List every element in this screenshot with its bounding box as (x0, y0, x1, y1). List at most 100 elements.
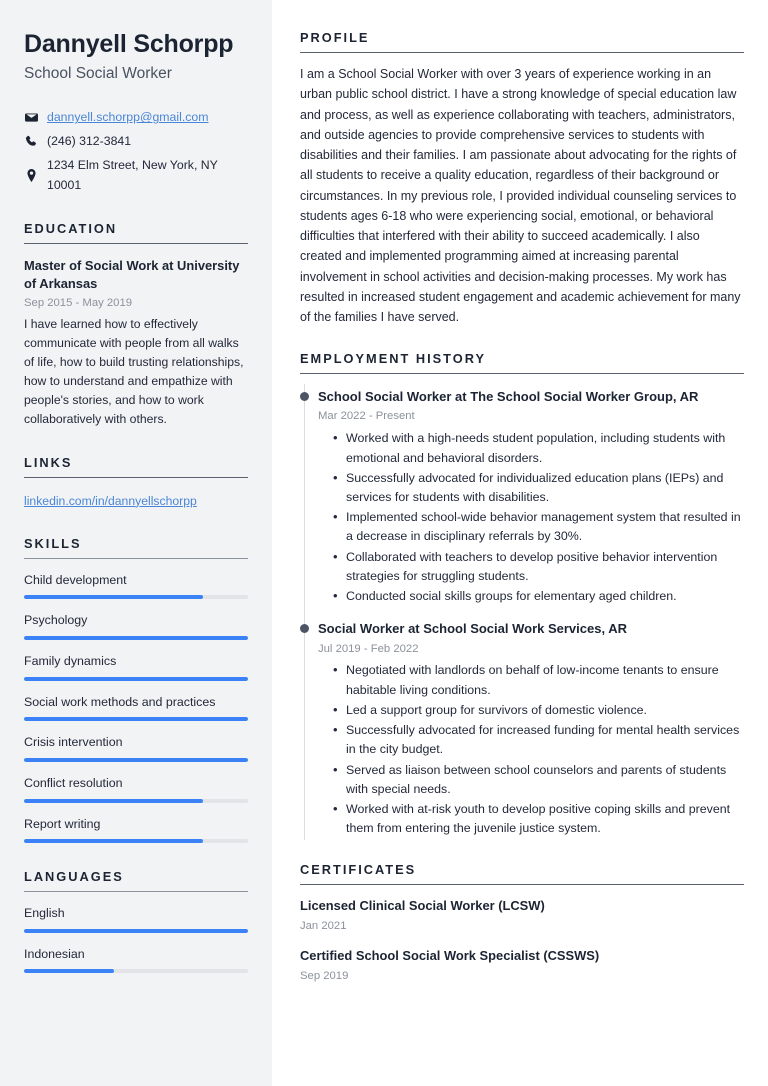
certificates-divider (300, 884, 744, 886)
employment-bullet: Collaborated with teachers to develop po… (333, 547, 744, 586)
languages-list: English Indonesian (24, 904, 248, 974)
employment-bullet: Conducted social skills groups for eleme… (333, 586, 744, 606)
links-divider (24, 476, 248, 478)
contact-address: 1234 Elm Street, New York, NY 10001 (24, 156, 248, 194)
contact-address-text: 1234 Elm Street, New York, NY 10001 (47, 158, 218, 192)
employment-bullet: Implemented school-wide behavior managem… (333, 507, 744, 546)
employment-heading: EMPLOYMENT HISTORY (300, 351, 487, 367)
employment-item-title: School Social Worker at The School Socia… (318, 389, 699, 405)
education-item-description: I have learned how to effectively commun… (24, 317, 244, 426)
skills-heading: SKILLS (24, 535, 82, 551)
languages-section: LANGUAGES English Indonesian (24, 869, 248, 974)
employment-item-date: Mar 2022 - Present (318, 410, 415, 423)
skill-label: Psychology (24, 613, 88, 628)
employment-divider (300, 373, 744, 375)
employment-bullet: Worked with at-risk youth to develop pos… (333, 799, 744, 838)
language-row: English (24, 904, 248, 933)
skill-label: Conflict resolution (24, 775, 123, 790)
link-item-linkedin[interactable]: linkedin.com/in/dannyellschorpp (24, 494, 197, 508)
links-section: LINKS linkedin.com/in/dannyellschorpp (24, 455, 248, 510)
skill-row: Social work methods and practices (24, 693, 248, 722)
timeline-dot-icon (300, 624, 309, 634)
skill-label: Report writing (24, 816, 101, 831)
certificate-date: Jan 2021 (300, 920, 347, 933)
employment-section: EMPLOYMENT HISTORY School Social Worker … (300, 351, 744, 841)
links-list: linkedin.com/in/dannyellschorpp (24, 492, 248, 510)
certificate-item: Certified School Social Work Specialist … (300, 947, 744, 985)
skill-level-fill (24, 757, 248, 762)
skill-row: Family dynamics (24, 652, 248, 681)
skills-list: Child development Psychology Family dyna… (24, 571, 248, 844)
language-level-track (24, 928, 248, 933)
location-pin-icon (24, 169, 38, 183)
language-level-fill (24, 928, 248, 933)
education-heading: EDUCATION (24, 220, 118, 236)
employment-item-bullets: Negotiated with landlords on behalf of l… (318, 660, 744, 838)
contact-email[interactable]: dannyell.schorpp@gmail.com (24, 108, 248, 127)
skill-row: Crisis intervention (24, 733, 248, 762)
skill-level-track (24, 757, 248, 762)
candidate-job-title: School Social Worker (24, 65, 172, 83)
certificate-title: Certified School Social Work Specialist … (300, 948, 600, 964)
skill-level-track (24, 636, 248, 641)
skill-level-track (24, 798, 248, 803)
contact-phone-text: (246) 312-3841 (47, 134, 132, 149)
certificates-list: Licensed Clinical Social Worker (LCSW) J… (300, 897, 744, 984)
skill-level-fill (24, 636, 248, 641)
language-row: Indonesian (24, 945, 248, 974)
timeline-dot-icon (300, 392, 309, 402)
employment-bullet: Successfully advocated for increased fun… (333, 720, 744, 759)
languages-divider (24, 891, 248, 893)
main-content: PROFILE I am a School Social Worker with… (272, 0, 768, 1086)
certificate-date: Sep 2019 (300, 969, 349, 982)
education-item: Master of Social Work at University of A… (24, 257, 248, 429)
skill-level-track (24, 676, 248, 681)
resume-page: Dannyell Schorpp School Social Worker da… (0, 0, 768, 1086)
education-section: EDUCATION Master of Social Work at Unive… (24, 221, 248, 429)
skills-divider (24, 557, 248, 559)
education-divider (24, 242, 248, 244)
education-item-date: Sep 2015 - May 2019 (24, 297, 133, 310)
employment-item-title: Social Worker at School Social Work Serv… (318, 621, 627, 637)
contact-email-text[interactable]: dannyell.schorpp@gmail.com (47, 108, 209, 127)
language-level-fill (24, 969, 114, 974)
skills-section: SKILLS Child development Psychology Fami… (24, 535, 248, 844)
certificate-item: Licensed Clinical Social Worker (LCSW) J… (300, 897, 744, 935)
employment-item-date: Jul 2019 - Feb 2022 (318, 642, 419, 655)
skill-label: Crisis intervention (24, 735, 123, 750)
skill-label: Social work methods and practices (24, 694, 216, 709)
skill-row: Child development (24, 571, 248, 600)
certificates-heading: CERTIFICATES (300, 862, 417, 878)
skill-label: Family dynamics (24, 654, 117, 669)
phone-icon (24, 135, 38, 148)
skill-level-track (24, 717, 248, 722)
skill-level-fill (24, 798, 204, 803)
skill-level-track (24, 839, 248, 844)
profile-divider (300, 52, 744, 53)
skill-row: Conflict resolution (24, 774, 248, 803)
employment-bullet: Led a support group for survivors of dom… (333, 700, 744, 720)
certificate-title: Licensed Clinical Social Worker (LCSW) (300, 898, 545, 914)
skill-row: Report writing (24, 815, 248, 844)
skill-level-track (24, 595, 248, 600)
profile-heading: PROFILE (300, 30, 370, 45)
employment-item: Social Worker at School Social Work Serv… (300, 620, 744, 838)
languages-heading: LANGUAGES (24, 869, 124, 885)
contact-phone: (246) 312-3841 (24, 132, 248, 151)
profile-section: PROFILE I am a School Social Worker with… (300, 30, 744, 327)
skill-level-fill (24, 839, 204, 844)
links-heading: LINKS (24, 454, 73, 470)
employment-bullet: Negotiated with landlords on behalf of l… (333, 660, 744, 699)
skill-row: Psychology (24, 611, 248, 641)
sidebar: Dannyell Schorpp School Social Worker da… (0, 0, 272, 1086)
employment-bullet: Served as liaison between school counsel… (333, 760, 744, 799)
employment-item: School Social Worker at The School Socia… (300, 388, 744, 606)
profile-text: I am a School Social Worker with over 3 … (300, 67, 741, 324)
candidate-name: Dannyell Schorpp (24, 30, 234, 58)
skill-level-fill (24, 676, 248, 681)
employment-timeline: School Social Worker at The School Socia… (300, 384, 744, 841)
employment-item-bullets: Worked with a high-needs student populat… (318, 428, 744, 606)
employment-bullet: Worked with a high-needs student populat… (333, 428, 744, 467)
education-item-title: Master of Social Work at University of A… (24, 257, 240, 291)
envelope-icon (24, 111, 38, 124)
